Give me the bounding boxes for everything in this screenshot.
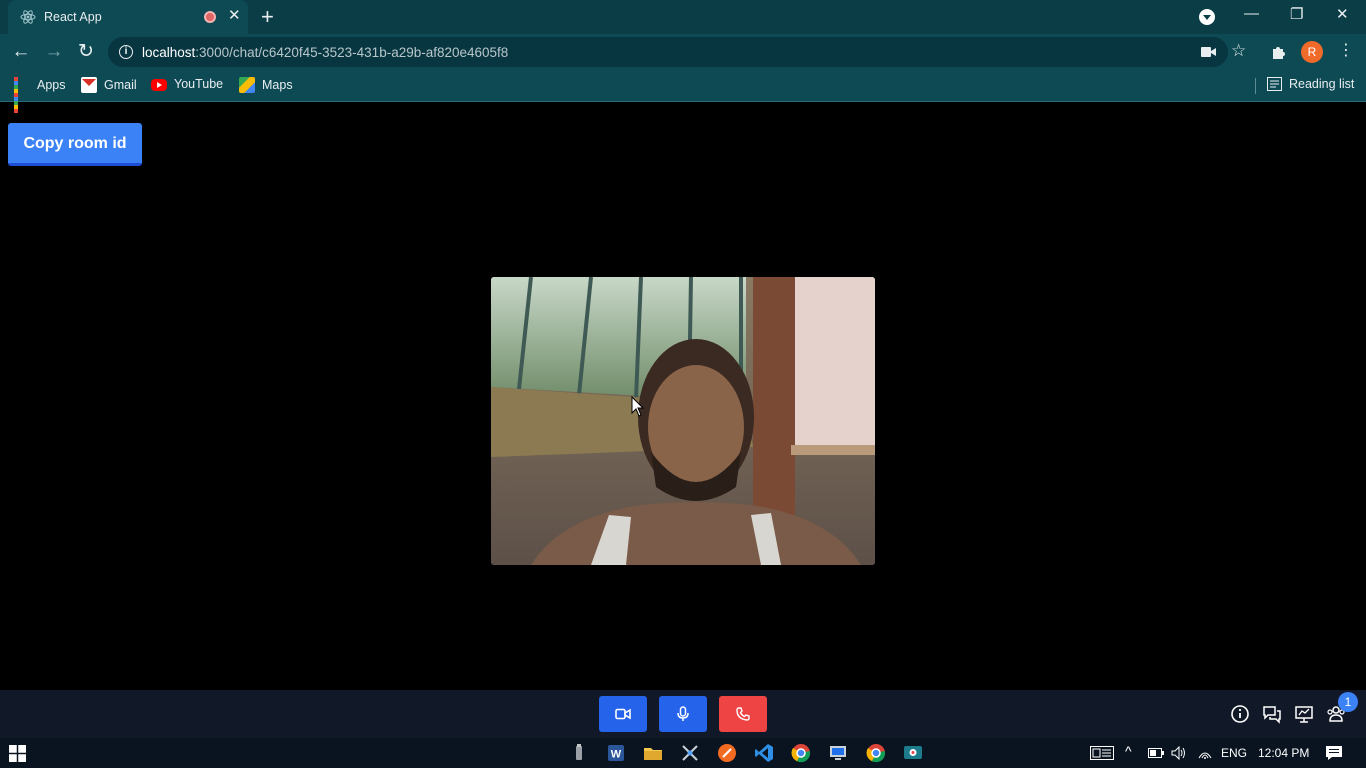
participants-count-badge: 1 — [1338, 692, 1358, 712]
video-camera-icon — [615, 708, 631, 720]
svg-text:W: W — [611, 749, 622, 761]
chrome-active-icon[interactable] — [866, 743, 886, 763]
battery-icon[interactable] — [1148, 748, 1164, 758]
windows-start-icon[interactable] — [9, 745, 26, 762]
gmail-icon — [81, 77, 97, 93]
new-tab-icon[interactable]: + — [261, 6, 274, 28]
browser-menu-icon[interactable]: ⋮ — [1338, 40, 1354, 60]
news-widget-icon[interactable] — [1090, 746, 1114, 760]
mic-toggle-button[interactable] — [659, 696, 707, 732]
presentation-icon[interactable] — [1294, 704, 1314, 724]
bookmarks-bar: Apps Gmail YouTube Maps Reading list — [0, 70, 1366, 113]
bookmark-label: YouTube — [174, 77, 224, 91]
browser-toolbar: ← → ↻ i localhost:3000/chat/c6420f45-352… — [0, 34, 1366, 70]
recording-indicator-icon — [204, 11, 216, 23]
browser-tab-strip: React App ✕ + — ❐ ✕ — [0, 0, 1366, 34]
screen-recorder-icon[interactable] — [903, 743, 923, 763]
apps-grid-icon — [14, 77, 30, 113]
local-video-feed — [491, 277, 875, 565]
react-logo-icon — [20, 10, 36, 24]
bookmark-star-icon[interactable]: ☆ — [1231, 41, 1246, 61]
chat-icon[interactable] — [1262, 704, 1282, 724]
language-indicator[interactable]: ENG — [1221, 746, 1247, 760]
phone-hangup-icon — [736, 707, 750, 721]
bookmark-gmail[interactable]: Gmail — [81, 77, 137, 93]
remote-desktop-icon[interactable] — [828, 743, 848, 763]
tab-search-icon[interactable] — [1199, 9, 1215, 25]
bookmark-apps[interactable]: Apps — [14, 77, 66, 113]
bookmark-label: Apps — [37, 78, 66, 92]
mouse-cursor-icon — [631, 396, 645, 417]
forward-icon[interactable]: → — [43, 41, 65, 63]
tab-title: React App — [44, 10, 102, 24]
webcam-image — [491, 277, 875, 565]
minimize-icon[interactable]: — — [1244, 5, 1259, 22]
close-window-icon[interactable]: ✕ — [1336, 5, 1349, 23]
vscode-icon[interactable] — [754, 743, 774, 763]
word-icon[interactable]: W — [606, 743, 626, 763]
file-explorer-icon[interactable] — [643, 743, 663, 763]
snipping-tool-icon[interactable] — [680, 743, 700, 763]
browser-tab-active[interactable]: React App ✕ — [8, 0, 248, 34]
reload-icon[interactable]: ↻ — [75, 41, 97, 63]
reading-list-button[interactable]: Reading list — [1267, 77, 1354, 91]
youtube-icon — [151, 79, 167, 91]
reading-list-label: Reading list — [1289, 77, 1355, 91]
bookmark-maps[interactable]: Maps — [239, 77, 293, 93]
bookmark-youtube[interactable]: YouTube — [151, 77, 223, 91]
volume-icon[interactable] — [1171, 746, 1187, 760]
camera-in-use-icon[interactable] — [1201, 46, 1216, 58]
notifications-icon[interactable] — [1325, 745, 1343, 761]
camera-toggle-button[interactable] — [599, 696, 647, 732]
end-call-button[interactable] — [719, 696, 767, 732]
url-text: localhost:3000/chat/c6420f45-3523-431b-a… — [142, 45, 509, 60]
extensions-puzzle-icon[interactable] — [1271, 44, 1287, 60]
pencil-app-icon[interactable] — [717, 743, 737, 763]
bookmark-separator — [1255, 78, 1256, 94]
show-hidden-icons-icon[interactable]: ^ — [1125, 743, 1132, 759]
profile-avatar[interactable]: R — [1301, 41, 1323, 63]
wifi-icon[interactable] — [1197, 746, 1213, 760]
tab-close-icon[interactable]: ✕ — [228, 8, 241, 24]
restore-icon[interactable]: ❐ — [1290, 5, 1303, 23]
microphone-icon — [677, 706, 689, 721]
site-info-icon[interactable]: i — [119, 45, 133, 59]
reading-list-icon — [1267, 77, 1282, 91]
chrome-icon[interactable] — [791, 743, 811, 763]
info-icon[interactable] — [1230, 704, 1250, 724]
call-control-bar — [0, 690, 1366, 738]
clock-time[interactable]: 12:04 PM — [1258, 746, 1309, 760]
copy-room-id-button[interactable]: Copy room id — [8, 123, 142, 166]
bookmark-label: Gmail — [104, 78, 137, 92]
bookmark-label: Maps — [262, 78, 293, 92]
usb-drive-icon[interactable] — [569, 743, 589, 763]
maps-icon — [239, 77, 255, 93]
address-bar[interactable]: i localhost:3000/chat/c6420f45-3523-431b… — [108, 37, 1246, 67]
windows-taskbar: W ^ ENG 12:04 PM — [0, 738, 1366, 768]
back-icon[interactable]: ← — [10, 41, 32, 63]
